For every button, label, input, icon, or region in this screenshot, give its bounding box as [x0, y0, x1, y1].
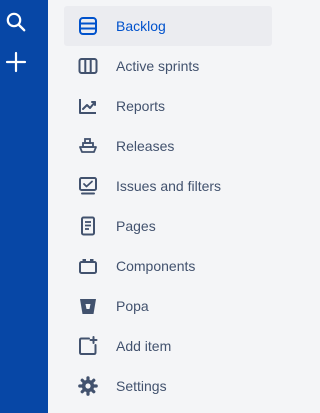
sidebar-item-pages[interactable]: Pages: [64, 206, 272, 246]
sidebar-item-label: Backlog: [116, 18, 166, 34]
bitbucket-icon: [76, 294, 100, 318]
sidebar-item-active-sprints[interactable]: Active sprints: [64, 46, 272, 86]
sidebar-item-releases[interactable]: Releases: [64, 126, 272, 166]
sidebar-item-label: Releases: [116, 138, 175, 154]
sidebar-item-label: Settings: [116, 378, 167, 394]
plus-icon: [5, 51, 27, 73]
sidebar-item-settings[interactable]: Settings: [64, 366, 272, 406]
sidebar-item-add-item[interactable]: Add item: [64, 326, 272, 366]
screen-icon: [76, 174, 100, 198]
jira-project-navigation: Backlog Active sprints Reports Releases …: [0, 0, 303, 413]
chart-line-icon: [76, 94, 100, 118]
sidebar-item-label: Pages: [116, 218, 156, 234]
sidebar-item-label: Issues and filters: [116, 178, 222, 194]
sidebar-item-components[interactable]: Components: [64, 246, 272, 286]
sidebar-item-popa[interactable]: Popa: [64, 286, 272, 326]
sidebar-item-label: Popa: [116, 298, 149, 314]
board-columns-icon: [76, 54, 100, 78]
sidebar-item-reports[interactable]: Reports: [64, 86, 272, 126]
component-icon: [76, 254, 100, 278]
gear-icon: [76, 374, 100, 398]
sidebar-item-issues-and-filters[interactable]: Issues and filters: [64, 166, 272, 206]
project-sidebar: Backlog Active sprints Reports Releases …: [48, 0, 303, 413]
sidebar-item-label: Components: [116, 258, 196, 274]
create-button[interactable]: [0, 46, 32, 78]
sidebar-item-label: Reports: [116, 98, 166, 114]
global-navigation-rail: [0, 0, 48, 413]
backlog-icon: [76, 14, 100, 38]
search-button[interactable]: [0, 6, 32, 38]
add-item-icon: [76, 334, 100, 358]
page-icon: [76, 214, 100, 238]
search-icon: [6, 12, 26, 32]
sidebar-item-label: Active sprints: [116, 58, 200, 74]
ship-icon: [76, 134, 100, 158]
sidebar-item-label: Add item: [116, 338, 172, 354]
sidebar-item-backlog[interactable]: Backlog: [64, 6, 272, 46]
